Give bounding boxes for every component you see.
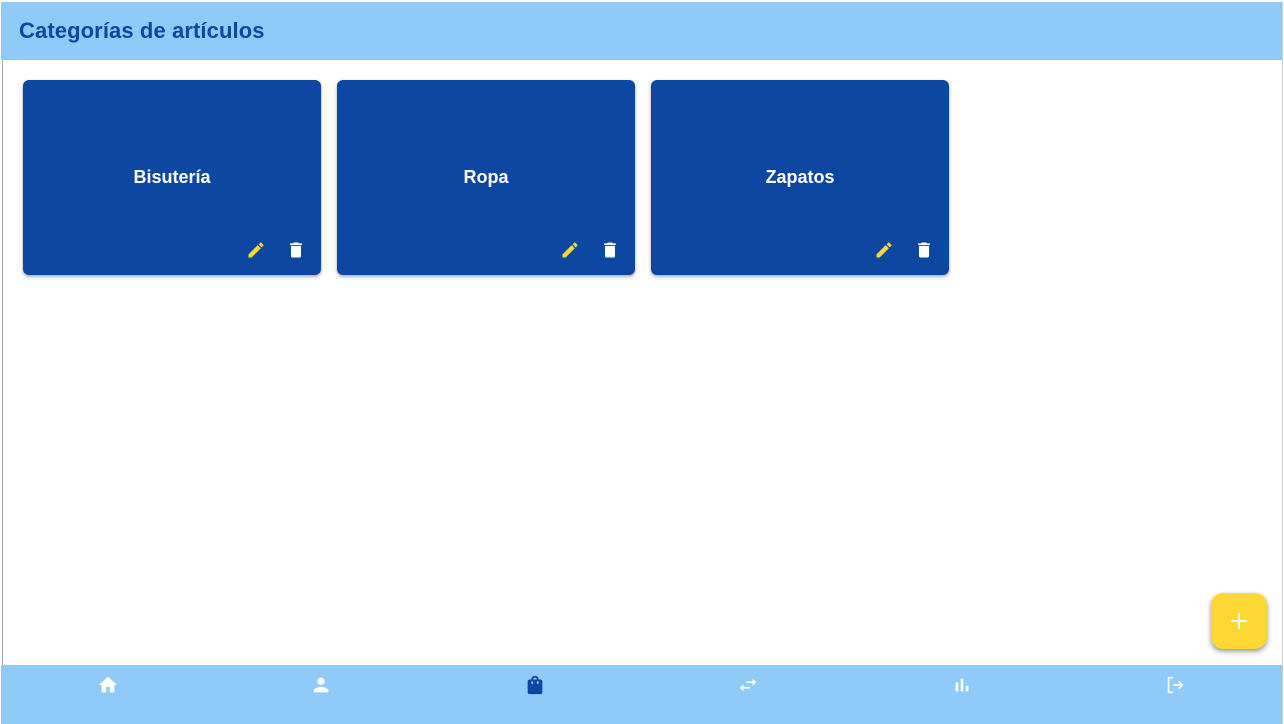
- edit-button[interactable]: [559, 239, 581, 261]
- logout-icon: [1168, 676, 1184, 694]
- card-actions: [245, 239, 307, 261]
- delete-button[interactable]: [913, 239, 935, 261]
- category-card[interactable]: Ropa: [337, 80, 635, 275]
- delete-button[interactable]: [285, 239, 307, 261]
- person-icon: [313, 677, 329, 693]
- trash-icon: [290, 242, 302, 258]
- delete-button[interactable]: [599, 239, 621, 261]
- nav-profile[interactable]: [215, 665, 429, 724]
- nav-logout[interactable]: [1069, 665, 1283, 724]
- pencil-icon: [876, 242, 892, 258]
- trash-icon: [918, 242, 930, 258]
- nav-reports[interactable]: [855, 665, 1069, 724]
- category-name: Ropa: [463, 167, 509, 187]
- category-card[interactable]: Bisutería: [23, 80, 321, 275]
- nav-categories[interactable]: [428, 665, 642, 724]
- edit-button[interactable]: [245, 239, 267, 261]
- add-category-button[interactable]: [1211, 593, 1267, 649]
- app-bar: Categorías de artículos: [1, 2, 1282, 60]
- swap-arrows-icon: [740, 678, 757, 692]
- nav-transactions[interactable]: [642, 665, 856, 724]
- bar-chart-icon: [955, 678, 969, 692]
- shopping-bag-icon: [527, 675, 543, 695]
- category-name: Bisutería: [133, 167, 211, 187]
- home-icon: [98, 676, 117, 693]
- pencil-icon: [562, 242, 578, 258]
- pencil-icon: [248, 242, 264, 258]
- category-grid: Bisutería Ropa Zapatos: [23, 80, 949, 275]
- card-actions: [873, 239, 935, 261]
- nav-home[interactable]: [1, 665, 215, 724]
- page-title: Categorías de artículos: [19, 18, 265, 43]
- bottom-navigation: [1, 665, 1282, 724]
- card-actions: [559, 239, 621, 261]
- plus-icon: [1231, 613, 1247, 629]
- category-name: Zapatos: [765, 167, 835, 187]
- edit-button[interactable]: [873, 239, 895, 261]
- trash-icon: [604, 242, 616, 258]
- category-card[interactable]: Zapatos: [651, 80, 949, 275]
